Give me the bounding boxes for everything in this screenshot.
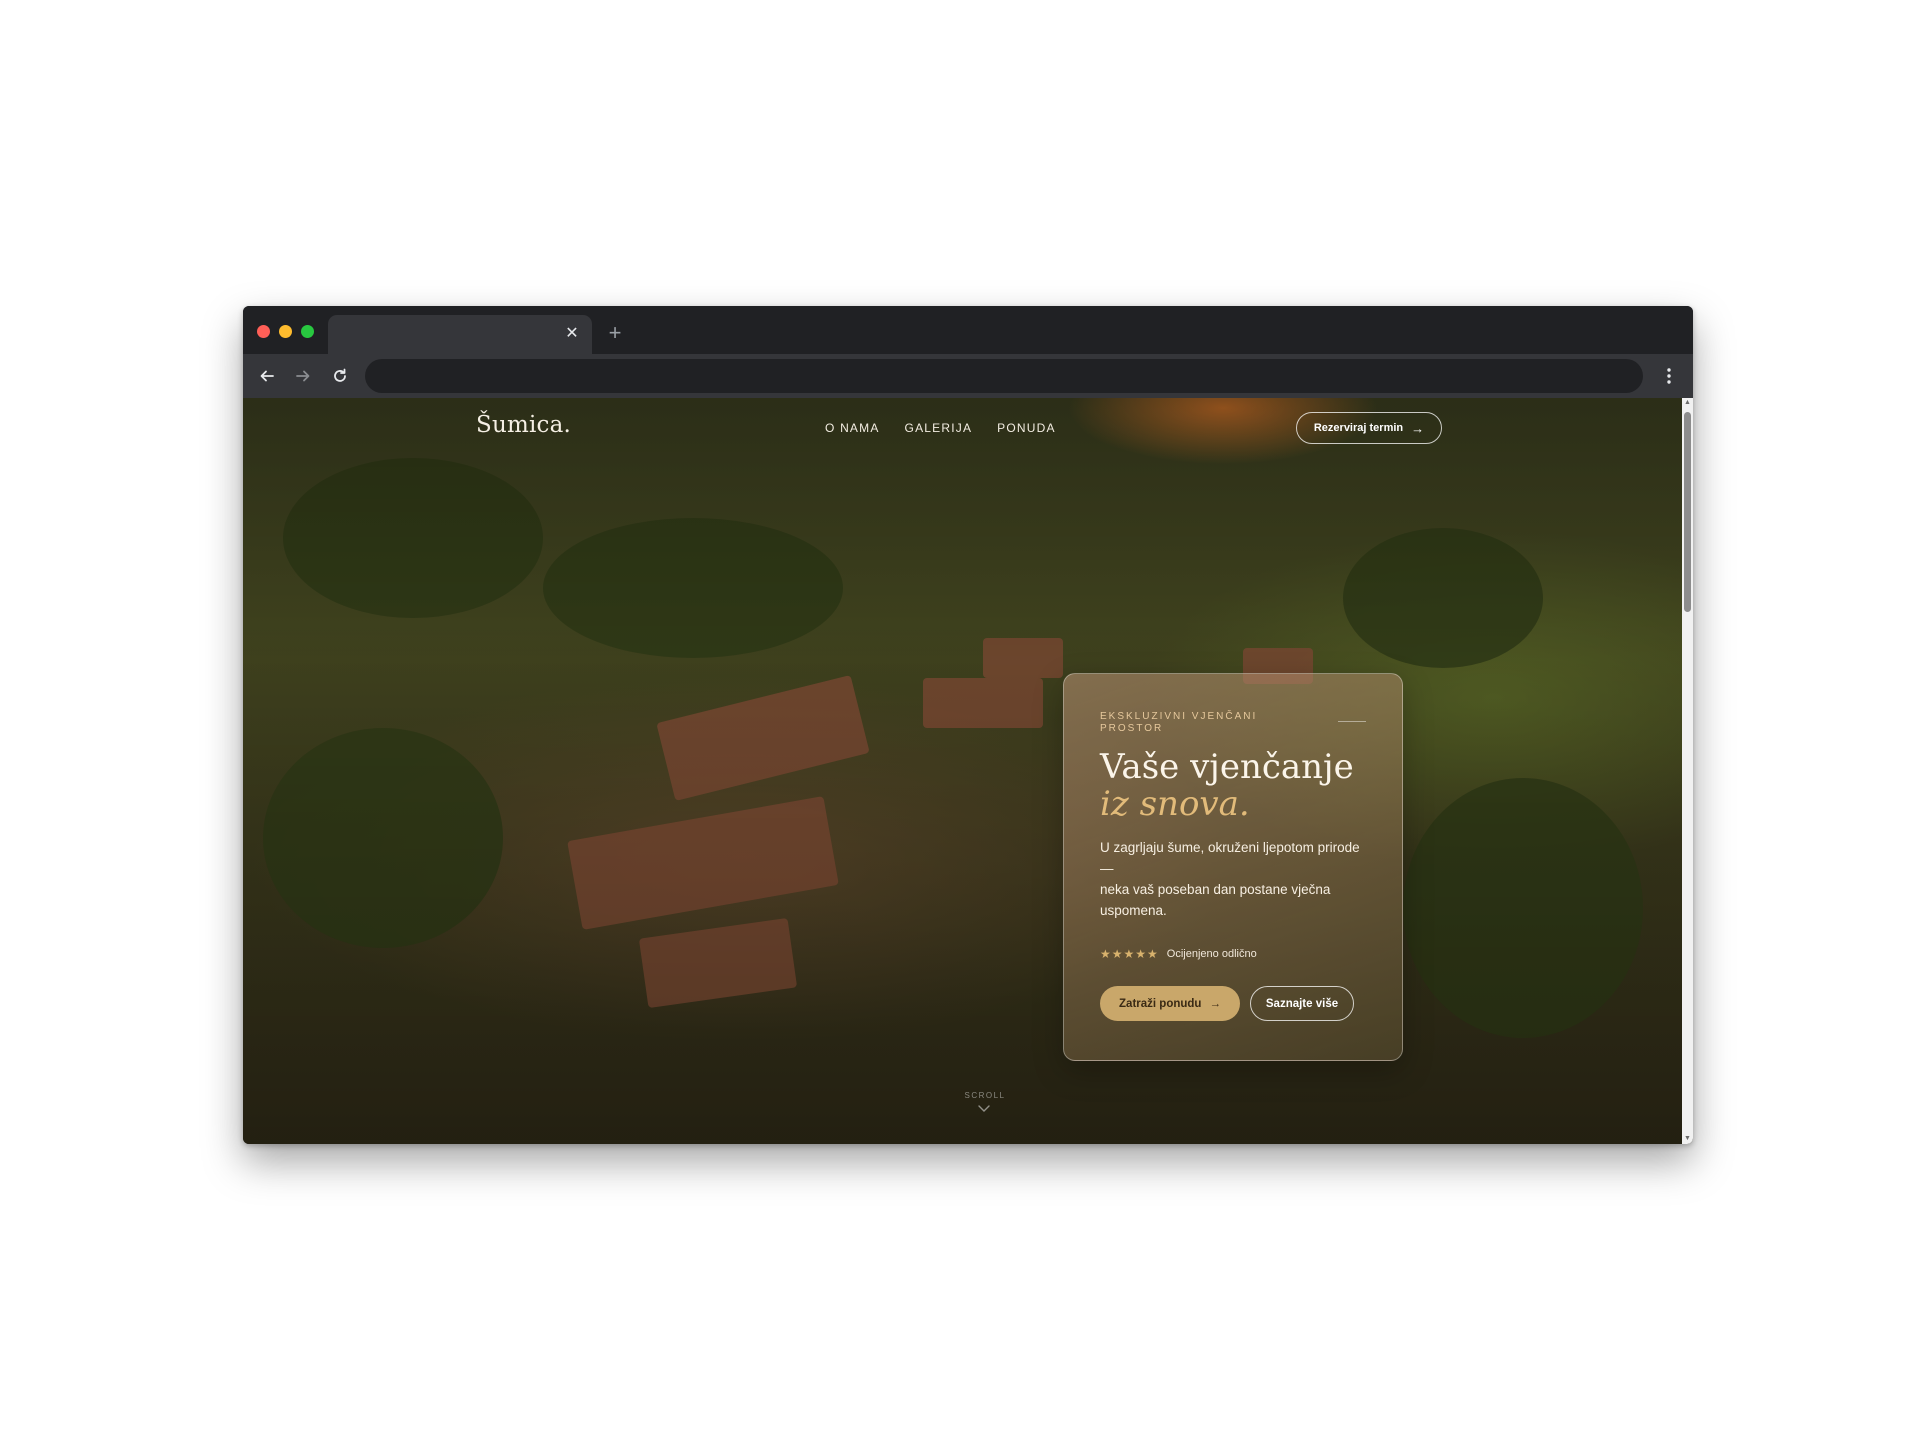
close-window-button[interactable] [257,325,270,338]
scroll-down-arrow-icon[interactable]: ▼ [1682,1134,1693,1144]
kebab-menu-icon [1667,368,1671,384]
request-offer-label: Zatraži ponudu [1119,997,1202,1010]
site-logo[interactable]: Šumica. [476,412,571,438]
browser-toolbar [243,354,1693,398]
scroll-up-arrow-icon[interactable]: ▲ [1682,398,1693,408]
arrow-right-icon: → [1209,997,1221,1010]
tab-close-icon[interactable]: ✕ [562,324,582,344]
nav-link-ponuda[interactable]: PONUDA [997,421,1056,435]
rating-label: Ocijenjeno odlično [1166,948,1257,960]
star-rating-icons: ★★★★★ [1100,947,1159,961]
card-eyebrow: EKSKLUZIVNI VJENČANI PROSTOR [1100,711,1258,734]
rating: ★★★★★ Ocijenjeno odlično [1100,947,1257,961]
tab-strip: ✕ + [243,306,1693,354]
arrow-left-icon [260,370,274,382]
arrow-right-icon: → [1411,420,1425,436]
new-tab-button[interactable]: + [603,321,627,345]
arrow-right-icon [296,370,310,382]
reload-icon [334,368,346,382]
card-description-line2: neka vaš poseban dan postane vječna uspo… [1100,882,1331,918]
main-navigation: O NAMA GALERIJA PONUDA [825,421,1056,435]
card-title-line1: Vaše vjenčanje [1100,747,1354,787]
page-scrollbar[interactable]: ▲ ▼ [1682,398,1693,1144]
reload-button[interactable] [328,364,352,388]
browser-window: ✕ + Šumica. O NAMA GALERIJA PONUDA Rezer… [243,306,1693,1144]
maximize-window-button[interactable] [301,325,314,338]
browser-tab[interactable]: ✕ [328,315,592,354]
forward-button[interactable] [291,364,315,388]
book-appointment-button[interactable]: Rezerviraj termin → [1296,412,1442,444]
scroll-hint: SCROLL [964,1091,1006,1100]
back-button[interactable] [255,364,279,388]
nav-link-o-nama[interactable]: O NAMA [825,421,880,435]
nav-link-galerija[interactable]: GALERIJA [905,421,973,435]
minimize-window-button[interactable] [279,325,292,338]
hero-overlay [243,398,1693,1144]
request-offer-button[interactable]: Zatraži ponudu → [1100,986,1240,1021]
learn-more-button[interactable]: Saznajte više [1250,986,1354,1021]
address-bar[interactable] [365,359,1643,393]
card-title: Vaše vjenčanje iz snova. [1100,749,1354,823]
browser-menu-button[interactable] [1657,364,1681,388]
scrollbar-thumb[interactable] [1684,412,1691,612]
eyebrow-divider [1338,721,1366,722]
learn-more-label: Saznajte više [1265,997,1339,1010]
chevron-down-icon[interactable] [976,1103,992,1115]
book-appointment-label: Rezerviraj termin [1313,422,1404,434]
hero-card: EKSKLUZIVNI VJENČANI PROSTOR Vaše vjenča… [1063,673,1403,1061]
page-viewport: Šumica. O NAMA GALERIJA PONUDA Rezervira… [243,398,1693,1144]
card-description-line1: U zagrljaju šume, okruženi ljepotom prir… [1100,840,1360,876]
card-title-accent: iz snova. [1100,784,1250,824]
card-description: U zagrljaju šume, okruženi ljepotom prir… [1100,837,1370,921]
